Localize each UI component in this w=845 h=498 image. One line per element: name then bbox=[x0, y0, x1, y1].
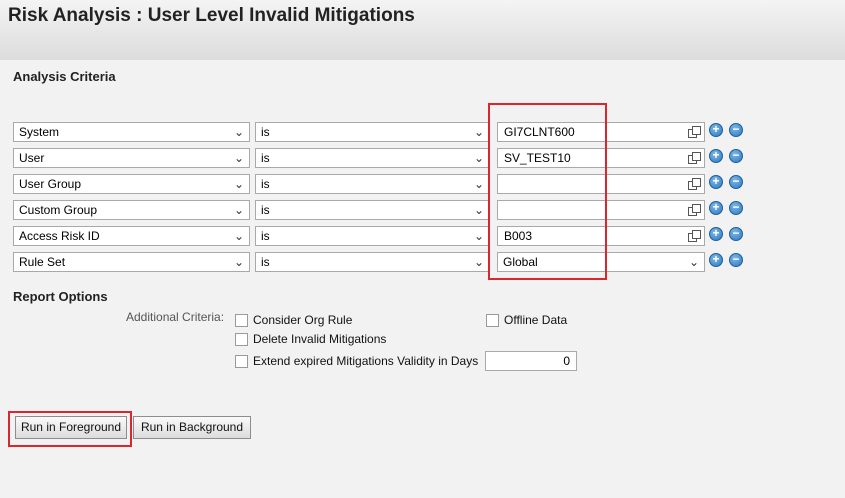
consider-org-rule-label: Consider Org Rule bbox=[253, 313, 353, 327]
copy-icon[interactable] bbox=[688, 126, 701, 138]
chevron-down-icon: ⌄ bbox=[473, 255, 484, 269]
validity-days-input[interactable]: 0 bbox=[485, 351, 577, 371]
field-select-label: Rule Set bbox=[19, 255, 66, 269]
run-in-background-button[interactable]: Run in Background bbox=[133, 416, 251, 439]
operator-select-system[interactable]: is ⌄ bbox=[255, 122, 490, 142]
copy-icon[interactable] bbox=[688, 230, 701, 242]
chevron-down-icon: ⌄ bbox=[473, 177, 484, 191]
field-select-label: Custom Group bbox=[19, 203, 98, 217]
add-icon[interactable]: + bbox=[709, 227, 723, 241]
offline-data-label: Offline Data bbox=[504, 313, 568, 327]
copy-icon[interactable] bbox=[688, 178, 701, 190]
operator-select-user[interactable]: is ⌄ bbox=[255, 148, 490, 168]
remove-icon[interactable]: − bbox=[729, 227, 743, 241]
delete-invalid-mitigations-checkbox[interactable] bbox=[235, 333, 248, 346]
operator-select-label: is bbox=[261, 151, 270, 165]
add-icon[interactable]: + bbox=[709, 253, 723, 267]
delete-invalid-mitigations-label: Delete Invalid Mitigations bbox=[253, 332, 387, 346]
chevron-down-icon: ⌄ bbox=[233, 177, 244, 191]
field-select-label: User bbox=[19, 151, 45, 165]
add-icon[interactable]: + bbox=[709, 201, 723, 215]
field-select-user-group[interactable]: User Group ⌄ bbox=[13, 174, 250, 194]
chevron-down-icon: ⌄ bbox=[473, 151, 484, 165]
consider-org-rule-checkbox[interactable] bbox=[235, 314, 248, 327]
foreground-highlight-box bbox=[8, 411, 132, 447]
chevron-down-icon: ⌄ bbox=[233, 203, 244, 217]
operator-select-label: is bbox=[261, 125, 270, 139]
additional-criteria-label: Additional Criteria: bbox=[126, 310, 225, 324]
copy-icon[interactable] bbox=[688, 152, 701, 164]
remove-icon[interactable]: − bbox=[729, 123, 743, 137]
field-select-label: User Group bbox=[19, 177, 82, 191]
remove-icon[interactable]: − bbox=[729, 149, 743, 163]
operator-select-access-risk-id[interactable]: is ⌄ bbox=[255, 226, 490, 246]
operator-select-user-group[interactable]: is ⌄ bbox=[255, 174, 490, 194]
copy-icon[interactable] bbox=[688, 204, 701, 216]
report-options-title: Report Options bbox=[13, 289, 108, 304]
remove-icon[interactable]: − bbox=[729, 201, 743, 215]
operator-select-label: is bbox=[261, 203, 270, 217]
add-icon[interactable]: + bbox=[709, 123, 723, 137]
chevron-down-icon: ⌄ bbox=[233, 151, 244, 165]
chevron-down-icon: ⌄ bbox=[233, 229, 244, 243]
operator-select-label: is bbox=[261, 255, 270, 269]
operator-select-label: is bbox=[261, 177, 270, 191]
add-icon[interactable]: + bbox=[709, 175, 723, 189]
analysis-criteria-title: Analysis Criteria bbox=[13, 69, 116, 84]
extend-expired-label: Extend expired Mitigations Validity in D… bbox=[253, 354, 479, 368]
operator-select-label: is bbox=[261, 229, 270, 243]
chevron-down-icon: ⌄ bbox=[473, 203, 484, 217]
remove-icon[interactable]: − bbox=[729, 253, 743, 267]
chevron-down-icon: ⌄ bbox=[233, 125, 244, 139]
chevron-down-icon: ⌄ bbox=[473, 229, 484, 243]
chevron-down-icon: ⌄ bbox=[473, 125, 484, 139]
page-header: Risk Analysis : User Level Invalid Mitig… bbox=[0, 0, 845, 60]
field-select-system[interactable]: System ⌄ bbox=[13, 122, 250, 142]
chevron-down-icon: ⌄ bbox=[688, 255, 699, 269]
chevron-down-icon: ⌄ bbox=[233, 255, 244, 269]
values-highlight-box bbox=[488, 103, 607, 280]
add-icon[interactable]: + bbox=[709, 149, 723, 163]
field-select-label: Access Risk ID bbox=[19, 229, 100, 243]
extend-expired-checkbox[interactable] bbox=[235, 355, 248, 368]
field-select-rule-set[interactable]: Rule Set ⌄ bbox=[13, 252, 250, 272]
field-select-user[interactable]: User ⌄ bbox=[13, 148, 250, 168]
offline-data-checkbox[interactable] bbox=[486, 314, 499, 327]
remove-icon[interactable]: − bbox=[729, 175, 743, 189]
page-title: Risk Analysis : User Level Invalid Mitig… bbox=[8, 5, 415, 26]
field-select-access-risk-id[interactable]: Access Risk ID ⌄ bbox=[13, 226, 250, 246]
field-select-label: System bbox=[19, 125, 60, 139]
operator-select-rule-set[interactable]: is ⌄ bbox=[255, 252, 490, 272]
operator-select-custom-group[interactable]: is ⌄ bbox=[255, 200, 490, 220]
field-select-custom-group[interactable]: Custom Group ⌄ bbox=[13, 200, 250, 220]
